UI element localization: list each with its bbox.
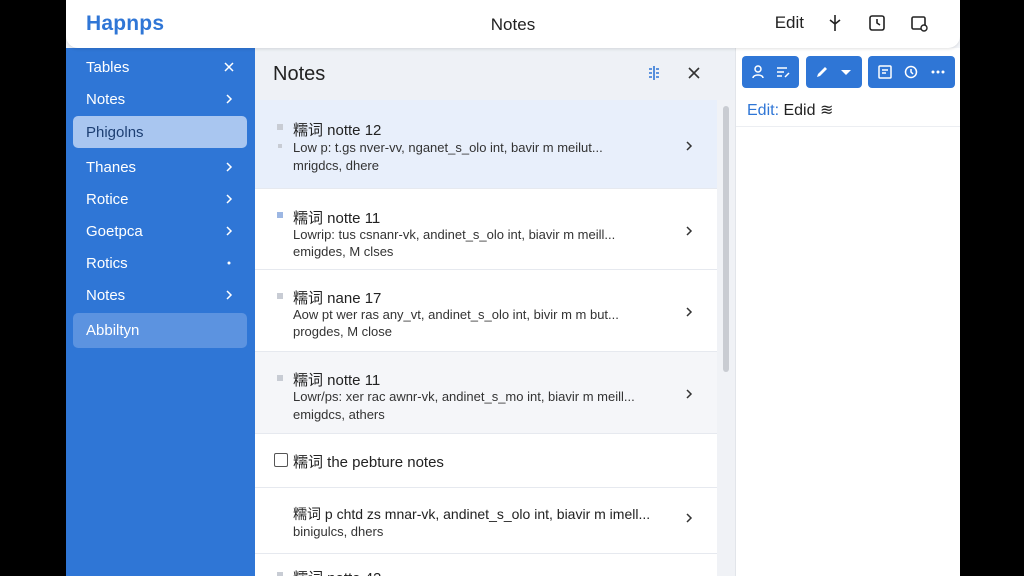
split-view-icon[interactable] <box>645 64 663 82</box>
sidebar-item-label: Abbiltyn <box>86 322 140 339</box>
list-header: Notes <box>255 48 735 100</box>
settings-window-icon[interactable] <box>908 10 930 36</box>
list-item[interactable]: 糯词 notte 11 Lowrip: tus csnanr-vk, andin… <box>255 189 717 270</box>
note-preview: Low p: t.gs nver-vv, nganet_s_olo int, b… <box>293 140 603 155</box>
note-title: 糯词 notte 42 <box>293 567 381 576</box>
note-checkbox[interactable] <box>274 453 288 467</box>
sidebar-item-notes[interactable]: Notes <box>73 84 247 114</box>
chevron-right-icon[interactable] <box>683 140 695 152</box>
app-window: Hapnps Notes Edit Tables Notes Phigolns <box>66 0 960 576</box>
bullet-icon <box>277 375 283 381</box>
sidebar-item-rotics[interactable]: Rotics <box>73 248 247 278</box>
toolbar-group-user <box>742 56 799 88</box>
list-title: Notes <box>273 62 326 85</box>
chevron-right-icon[interactable] <box>683 512 695 524</box>
divider <box>736 126 960 127</box>
chevron-right-icon[interactable] <box>683 388 695 400</box>
editor-toolbar <box>736 56 960 90</box>
format-icon[interactable] <box>877 64 893 80</box>
list-edit-icon[interactable] <box>775 64 791 80</box>
sidebar-item-label: Notes <box>86 286 126 304</box>
edit-label: Edit: <box>747 102 780 119</box>
sidebar-item-label: Goetpca <box>86 222 143 240</box>
sidebar-item-phigolns[interactable]: Phigolns <box>73 116 247 148</box>
list-item[interactable]: 糯词 the pebture notes <box>255 434 717 488</box>
list-header-actions <box>645 64 703 82</box>
sidebar-item-label: Phigolns <box>86 123 144 141</box>
top-header: Hapnps Notes Edit <box>66 0 960 48</box>
chevron-right-icon <box>223 93 235 105</box>
note-preview: binigulcs, dhers <box>293 524 384 539</box>
sidebar-item-thanes[interactable]: Thanes <box>73 152 247 182</box>
chevron-right-icon[interactable] <box>683 225 695 237</box>
caret-down-icon[interactable] <box>838 64 854 80</box>
note-preview: mrigdcs, dhere <box>293 158 379 173</box>
sidebar-item-label: Notes <box>86 90 126 108</box>
note-preview: emigdcs, athers <box>293 407 385 422</box>
list-scrollbar[interactable] <box>717 100 735 576</box>
sidebar-item-tables[interactable]: Tables <box>73 52 247 82</box>
bullet-icon <box>277 124 283 130</box>
chevron-right-icon[interactable] <box>683 306 695 318</box>
edit-value: Edid ≋ <box>783 102 834 119</box>
user-icon[interactable] <box>750 64 766 80</box>
note-preview: Aow pt wer ras any_vt, andinet_s_olo int… <box>293 307 619 322</box>
notes-list-panel: Notes 糯词 notte 12 Low p: t.gs nver-vv, n… <box>255 48 735 576</box>
toolbar-group-format <box>868 56 955 88</box>
scrollbar-thumb[interactable] <box>723 106 729 372</box>
sidebar-item-goetpca[interactable]: Goetpca <box>73 216 247 246</box>
list-item[interactable]: 糯词 notte 12 Low p: t.gs nver-vv, nganet_… <box>255 100 717 189</box>
sidebar-item-rotice[interactable]: Rotice <box>73 184 247 214</box>
list-item[interactable]: 糯词 p chtd zs mnar-vk, andinet_s_olo int,… <box>255 488 717 554</box>
editor-pane: Edit: Edid ≋ <box>735 48 960 576</box>
sidebar-item-label: Tables <box>86 58 130 76</box>
sidebar-item-label: Rotice <box>86 190 129 208</box>
note-title: 糯词 nane 17 <box>293 290 382 307</box>
pin-icon[interactable] <box>824 10 846 36</box>
toolbar-group-pen <box>806 56 862 88</box>
note-preview: Lowr/ps: xer rac awnr-vk, andinet_s_mo i… <box>293 389 635 404</box>
sidebar-item-label: Thanes <box>86 158 137 176</box>
note-preview: progdes, M close <box>293 324 392 339</box>
list-item[interactable]: 糯词 nane 17 Aow pt wer ras any_vt, andine… <box>255 270 717 352</box>
clock-icon[interactable] <box>903 64 919 80</box>
note-title: 糯词 notte 12 <box>293 122 382 139</box>
header-actions: Edit <box>775 10 930 36</box>
chevron-right-icon <box>223 193 235 205</box>
bullet-icon <box>277 572 283 576</box>
edit-field[interactable]: Edit: Edid ≋ <box>747 100 833 120</box>
sidebar: Tables Notes Phigolns Thanes Rotice Goet… <box>66 48 255 576</box>
list-item[interactable]: 糯词 notte 11 Lowr/ps: xer rac awnr-vk, an… <box>255 352 717 434</box>
sidebar-item-label: Rotics <box>86 254 128 272</box>
sidebar-item-notes-2[interactable]: Notes <box>73 280 247 310</box>
more-icon[interactable] <box>930 64 946 80</box>
note-preview: emigdes, M clses <box>293 244 394 259</box>
bullet-icon <box>277 293 283 299</box>
close-icon[interactable] <box>685 64 703 82</box>
note-title: 糯词 notte 11 <box>293 372 381 389</box>
note-preview: Lowrip: tus csnanr-vk, andinet_s_olo int… <box>293 227 616 242</box>
sidebar-item-abbiltyn[interactable]: Abbiltyn <box>73 313 247 348</box>
history-icon[interactable] <box>866 10 888 36</box>
chevron-right-icon <box>223 161 235 173</box>
chevron-right-icon <box>223 289 235 301</box>
dot-icon <box>223 257 235 269</box>
pen-icon[interactable] <box>814 64 830 80</box>
close-icon[interactable] <box>223 61 235 73</box>
chevron-right-icon <box>223 225 235 237</box>
edit-button[interactable]: Edit <box>775 13 804 33</box>
note-title: 糯词 the pebture notes <box>293 454 444 471</box>
bullet-icon <box>277 212 283 218</box>
note-title: 糯词 notte 11 <box>293 210 381 227</box>
note-title: 糯词 p chtd zs mnar-vk, andinet_s_olo int,… <box>293 506 651 522</box>
list-item[interactable]: 糯词 notte 42 <box>255 554 717 576</box>
bullet-icon <box>278 144 282 148</box>
